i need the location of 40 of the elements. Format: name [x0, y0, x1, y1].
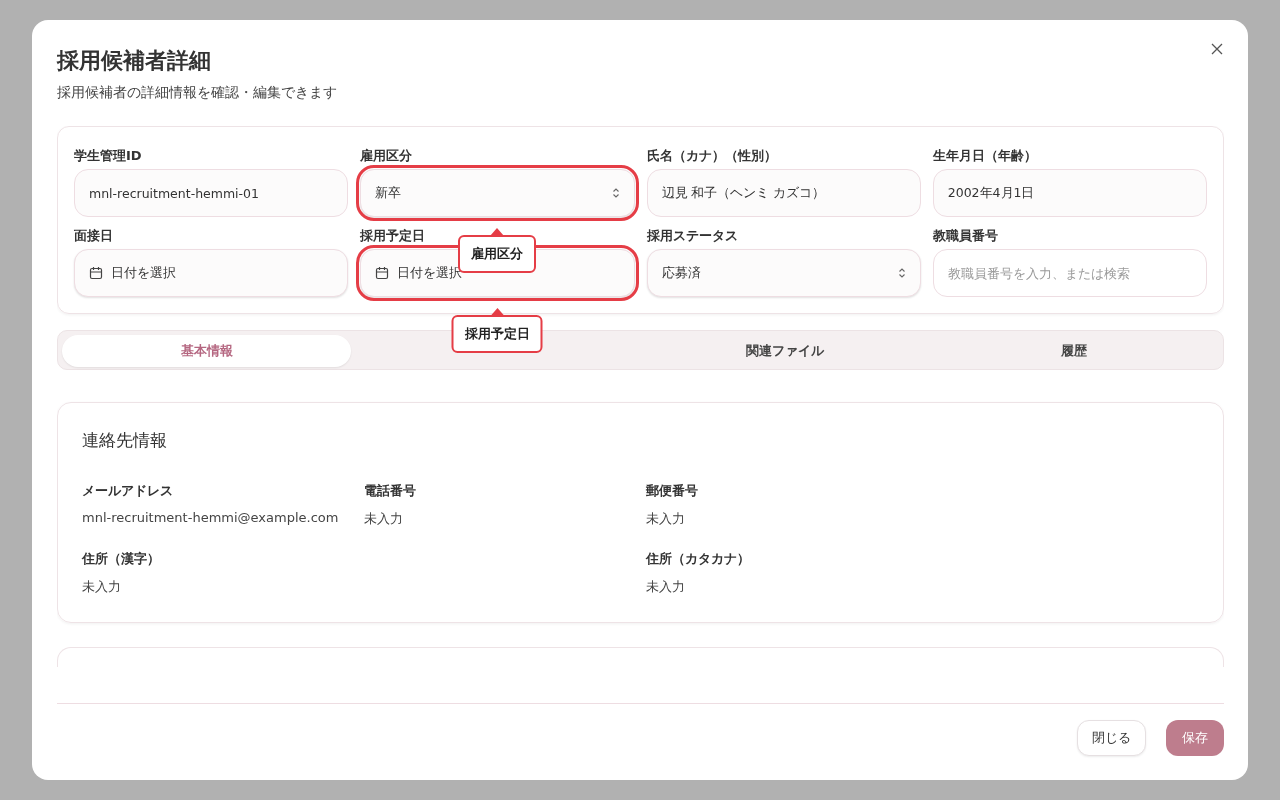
field-label: 生年月日（年齢）: [932, 147, 1038, 165]
close-button[interactable]: 閉じる: [1077, 720, 1146, 756]
callout-tooltip: 雇用区分: [458, 228, 537, 273]
field-label: 雇用区分: [360, 147, 414, 165]
search-field[interactable]: 教職員番号を入力、または検索: [932, 249, 1207, 297]
calendar-icon: [89, 266, 103, 280]
dialog-title: 採用候補者詳細: [57, 47, 211, 75]
chevron-updown-icon: [611, 187, 620, 199]
tab[interactable]: 関連ファイル: [640, 335, 930, 367]
select-dropdown[interactable]: 応募済: [646, 249, 921, 297]
info-label: 住所（カタカナ）: [646, 550, 751, 568]
field-label: 採用予定日: [360, 227, 427, 245]
info-label: メールアドレス: [82, 482, 174, 500]
info-value: mnl-recruitment-hemmi@example.com: [82, 510, 340, 525]
info-value: 未入力: [646, 578, 686, 596]
field-label: 採用ステータス: [646, 227, 739, 245]
calendar-icon: [375, 266, 390, 280]
info-value: 未入力: [82, 578, 122, 596]
info-label: 住所（漢字）: [82, 550, 161, 568]
text-field[interactable]: 2002年4月1日: [932, 169, 1207, 217]
field-label: 氏名（カナ）（性別）: [646, 147, 778, 165]
info-value: 未入力: [364, 510, 404, 528]
tab[interactable]: 基本情報: [62, 335, 352, 367]
date-picker[interactable]: 日付を選択: [74, 249, 349, 297]
field-value[interactable]: 辺見 和子（ヘンミ カズコ）: [661, 185, 906, 201]
text-field[interactable]: 辺見 和子（ヘンミ カズコ）: [646, 169, 921, 217]
callout-tooltip: 採用予定日: [451, 308, 543, 353]
info-value: 未入力: [646, 510, 686, 528]
section-title: 連絡先情報: [82, 429, 168, 452]
info-label: 電話番号: [364, 482, 417, 500]
info-label: 郵便番号: [646, 482, 699, 500]
field-label: 面接日: [74, 227, 114, 245]
chevron-updown-icon: [897, 267, 906, 279]
tab[interactable]: 履歴: [929, 335, 1219, 367]
dialog-subtitle: 採用候補者の詳細情報を確認・編集できます: [57, 84, 338, 102]
text-field[interactable]: mnl-recruitment-hemmi-01: [74, 169, 349, 217]
field-value[interactable]: mnl-recruitment-hemmi-01: [89, 185, 334, 201]
field-label: 学生管理ID: [74, 147, 143, 165]
field-label: 教職員番号: [932, 227, 999, 245]
field-value[interactable]: 2002年4月1日: [947, 185, 1192, 201]
